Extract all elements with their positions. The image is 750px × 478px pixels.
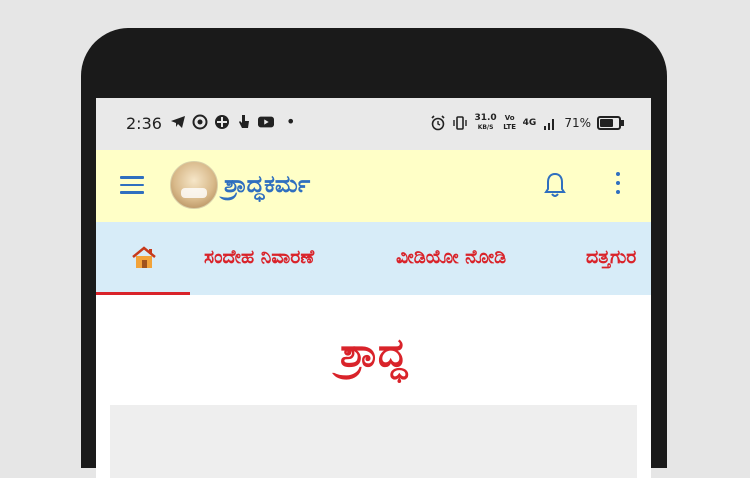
- main-content: ಶ್ರಾದ್ಧ: [96, 295, 651, 478]
- phone-frame: 2:36 • 31.0 KB/S Vo LTE 4G 71% ಶ್ರಾದ್ಧಕರ…: [81, 28, 667, 478]
- tab-home[interactable]: [96, 222, 190, 295]
- more-options-icon[interactable]: [614, 172, 622, 198]
- network-speed-unit: KB/S: [477, 124, 494, 131]
- tab-doubt-clarification[interactable]: ಸಂದೇಹ ನಿವಾರಣೆ: [204, 246, 314, 268]
- alarm-icon: [430, 115, 446, 131]
- signal-icon: [542, 115, 558, 131]
- notification-bell-icon[interactable]: [543, 171, 567, 199]
- app-icon: [214, 114, 230, 130]
- volte-indicator: Vo LTE: [503, 114, 517, 131]
- status-bar: 2:36 • 31.0 KB/S Vo LTE 4G 71%: [96, 98, 651, 150]
- status-time: 2:36: [126, 114, 162, 133]
- telegram-icon: [170, 114, 186, 130]
- screen: 2:36 • 31.0 KB/S Vo LTE 4G 71% ಶ್ರಾದ್ಧಕರ…: [96, 98, 651, 478]
- page-title: ಶ್ರಾದ್ಧ: [340, 330, 407, 376]
- network-speed: 31.0 KB/S: [474, 114, 496, 132]
- tab-bar: ಸಂದೇಹ ನಿವಾರಣೆ ವೀಡಿಯೋ ನೋಡಿ ದತ್ತಗುರ: [96, 222, 651, 295]
- vibrate-icon: [452, 115, 468, 131]
- app-title: ಶ್ರಾದ್ಧಕರ್ಮ: [224, 170, 311, 198]
- content-card: [110, 405, 637, 478]
- app-bar: ಶ್ರಾದ್ಧಕರ್ಮ: [96, 150, 651, 222]
- status-system-icons: 31.0 KB/S Vo LTE 4G 71%: [430, 114, 624, 132]
- status-more-dot: •: [286, 112, 296, 131]
- home-icon: [131, 246, 157, 270]
- tab-dattaguru[interactable]: ದತ್ತಗುರ: [586, 246, 636, 268]
- app-logo: [170, 161, 218, 209]
- battery-percent: 71%: [564, 116, 591, 130]
- network-type: 4G: [522, 117, 537, 128]
- hand-icon: [236, 114, 252, 130]
- network-speed-value: 31.0: [474, 113, 497, 123]
- whatsapp-icon: [192, 114, 208, 130]
- tab-watch-video[interactable]: ವೀಡಿಯೋ ನೋಡಿ: [396, 246, 506, 268]
- battery-icon: [597, 116, 624, 130]
- status-notification-icons: •: [170, 114, 295, 130]
- youtube-icon: [258, 114, 274, 130]
- menu-icon[interactable]: [120, 176, 144, 196]
